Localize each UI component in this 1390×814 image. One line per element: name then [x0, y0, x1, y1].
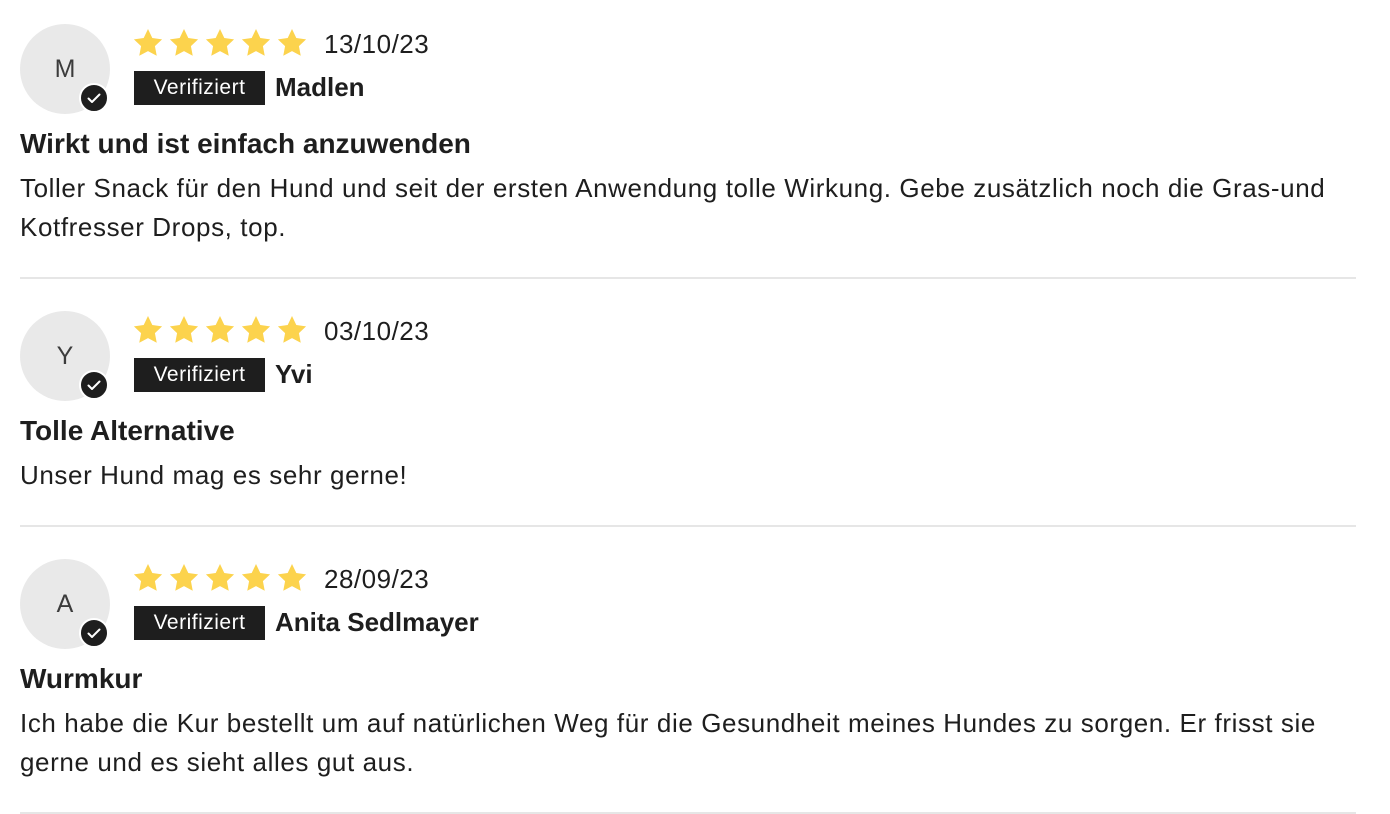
verified-check-icon — [79, 370, 109, 400]
review-date: 13/10/23 — [324, 29, 430, 59]
star-rating — [132, 28, 308, 58]
verified-check-icon — [79, 83, 109, 113]
star-icon — [132, 315, 164, 345]
star-icon — [276, 563, 308, 593]
star-icon — [168, 28, 200, 58]
star-icon — [240, 315, 272, 345]
verified-badge: Verifiziert — [134, 358, 265, 392]
review-title: Wirkt und ist einfach anzuwenden — [20, 128, 471, 159]
star-icon — [204, 28, 236, 58]
review-author: Yvi — [275, 359, 313, 389]
review-body: Unser Hund mag es sehr gerne! — [20, 460, 408, 490]
star-icon — [132, 563, 164, 593]
star-rating — [132, 563, 308, 593]
review-author: Madlen — [275, 72, 365, 102]
avatar-initial: A — [56, 589, 74, 618]
avatar-initial: M — [54, 54, 76, 83]
review-title: Tolle Alternative — [20, 415, 235, 446]
star-rating — [132, 315, 308, 345]
star-icon — [168, 563, 200, 593]
reviews-list: M 13/10/23 Verifiziert Madlen Wirkt und … — [0, 0, 1390, 814]
avatar-initial: Y — [56, 341, 74, 370]
star-icon — [204, 315, 236, 345]
verified-badge: Verifiziert — [134, 71, 265, 105]
review-date: 03/10/23 — [324, 316, 430, 346]
avatar: A — [20, 559, 110, 649]
star-icon — [204, 563, 236, 593]
verified-check-icon — [79, 618, 109, 648]
avatar: Y — [20, 311, 110, 401]
review-date: 28/09/23 — [324, 564, 430, 594]
star-icon — [132, 28, 164, 58]
avatar: M — [20, 24, 110, 114]
divider — [20, 277, 1356, 279]
review-body: Toller Snack für den Hund und seit der e… — [20, 173, 1326, 242]
star-icon — [276, 28, 308, 58]
star-icon — [240, 28, 272, 58]
verified-badge: Verifiziert — [134, 606, 265, 640]
star-icon — [168, 315, 200, 345]
review-title: Wurmkur — [20, 663, 143, 694]
divider — [20, 525, 1356, 527]
review-author: Anita Sedlmayer — [275, 607, 479, 637]
star-icon — [276, 315, 308, 345]
star-icon — [240, 563, 272, 593]
review-body: Ich habe die Kur bestellt um auf natürli… — [20, 708, 1316, 777]
